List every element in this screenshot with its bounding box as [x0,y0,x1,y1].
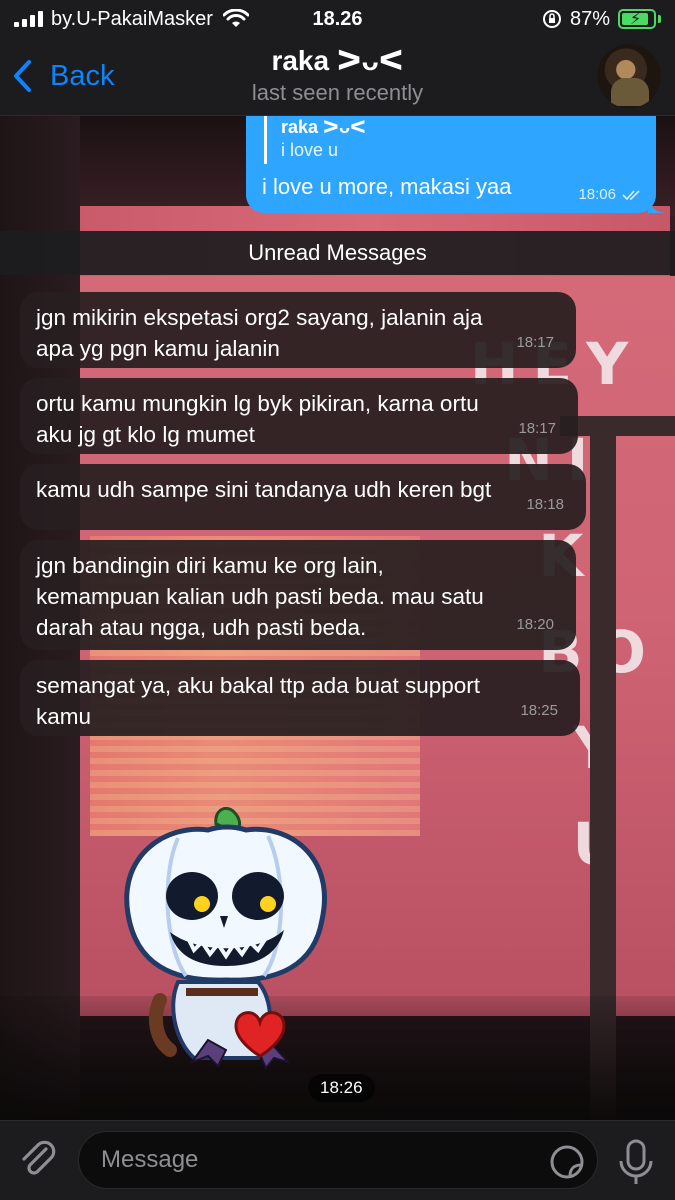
message-input[interactable] [78,1131,598,1189]
paperclip-icon[interactable] [16,1137,60,1181]
microphone-icon[interactable] [616,1139,656,1187]
incoming-message[interactable]: semangat ya, aku bakal ttp ada buat supp… [20,660,580,736]
orientation-lock-icon [542,10,561,28]
status-bar: by.U-PakaiMasker 18.26 87% ⚡ [0,0,675,38]
unread-divider: Unread Messages [0,231,675,275]
message-line: apa yg pgn kamu jalanin [36,336,280,361]
message-line: semangat ya, aku bakal ttp ada buat supp… [36,673,481,698]
message-text: i love u more, makasi yaa [262,174,512,199]
carrier-name: by.U-PakaiMasker [51,7,213,30]
message-time: 18:20 [516,616,554,633]
message-line: ortu kamu mungkin lg byk pikiran, karna … [36,391,479,416]
message-list[interactable]: raka ᐳᴗᐸ i love u i love u more, makasi … [0,116,675,1120]
message-line: kamu [36,704,92,729]
outgoing-message[interactable]: raka ᐳᴗᐸ i love u i love u more, makasi … [246,116,664,213]
message-time: 18:17 [518,420,556,437]
message-line: aku jg gt klo lg mumet [36,422,255,447]
reply-sender: raka ᐳᴗᐸ [281,117,366,137]
avatar[interactable] [597,44,661,108]
battery-percent: 87% [569,7,610,30]
message-meta: 18:06 [578,186,642,203]
message-line: jgn mikirin ekspetasi org2 sayang, jalan… [36,305,483,330]
message-composer [0,1120,675,1200]
message-line: kemampuan kalian udh pasti beda. mau sat… [36,584,484,609]
incoming-message[interactable]: jgn bandingin diri kamu ke org lain, kem… [20,540,576,650]
message-time: 18:17 [516,334,554,351]
reply-text: i love u [281,140,339,160]
chat-header: Back raka ᐳᴗᐸ last seen recently [0,38,675,116]
battery-icon: ⚡ [618,9,661,29]
pumpkin-skull-sticker[interactable] [108,804,338,1074]
message-time: 18:18 [526,496,564,513]
message-line: darah atau ngga, udh pasti beda. [36,615,367,640]
message-time: 18:06 [578,186,616,203]
sticker-icon[interactable] [548,1143,586,1181]
unread-label: Unread Messages [248,240,427,265]
incoming-message[interactable]: kamu udh sampe sini tandanya udh keren b… [20,464,586,530]
double-check-icon [622,189,640,200]
message-time: 18:25 [520,702,558,719]
chat-status: last seen recently [251,80,424,105]
message-line: kamu udh sampe sini tandanya udh keren b… [36,477,492,502]
sticker-time: 18:26 [308,1074,375,1102]
wifi-icon [222,9,249,27]
chat-title[interactable]: raka ᐳᴗᐸ [0,44,675,77]
incoming-message[interactable]: jgn mikirin ekspetasi org2 sayang, jalan… [20,292,576,368]
incoming-message[interactable]: ortu kamu mungkin lg byk pikiran, karna … [20,378,578,454]
reply-quote[interactable]: raka ᐳᴗᐸ i love u [264,116,366,164]
message-line: jgn bandingin diri kamu ke org lain, [36,553,384,578]
signal-icon [14,11,43,27]
